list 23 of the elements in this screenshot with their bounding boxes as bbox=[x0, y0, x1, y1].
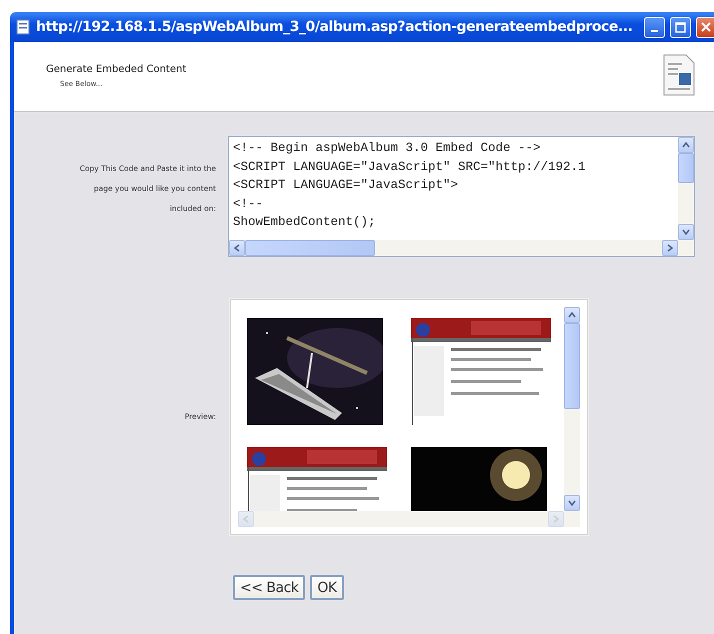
page-icon bbox=[15, 19, 31, 35]
window-title: http://192.168.1.5/aspWebAlbum_3_0/album.asp?action-generateembedproce... bbox=[36, 19, 634, 35]
document-icon bbox=[662, 53, 696, 97]
ok-button[interactable]: OK bbox=[310, 575, 344, 600]
scroll-right-icon[interactable] bbox=[662, 240, 678, 256]
scrollbar-corner bbox=[678, 240, 694, 256]
scroll-down-icon[interactable] bbox=[678, 224, 694, 240]
horizontal-scrollbar[interactable] bbox=[229, 240, 678, 256]
maximize-icon bbox=[675, 22, 686, 32]
scroll-left-icon[interactable] bbox=[229, 240, 245, 256]
scroll-up-icon[interactable] bbox=[678, 137, 694, 153]
minimize-icon bbox=[651, 30, 658, 32]
maximize-button[interactable] bbox=[670, 16, 691, 38]
minimize-button[interactable] bbox=[644, 16, 665, 38]
scroll-up-icon[interactable] bbox=[564, 307, 580, 323]
vertical-scrollbar[interactable] bbox=[564, 307, 580, 511]
close-button[interactable] bbox=[696, 16, 714, 38]
back-button[interactable]: << Back bbox=[233, 575, 306, 600]
header-title: Generate Embeded Content bbox=[46, 64, 186, 75]
scroll-down-icon[interactable] bbox=[564, 495, 580, 511]
scrollbar-corner bbox=[564, 511, 580, 527]
vertical-scrollbar[interactable] bbox=[678, 137, 694, 240]
close-icon bbox=[700, 22, 710, 32]
